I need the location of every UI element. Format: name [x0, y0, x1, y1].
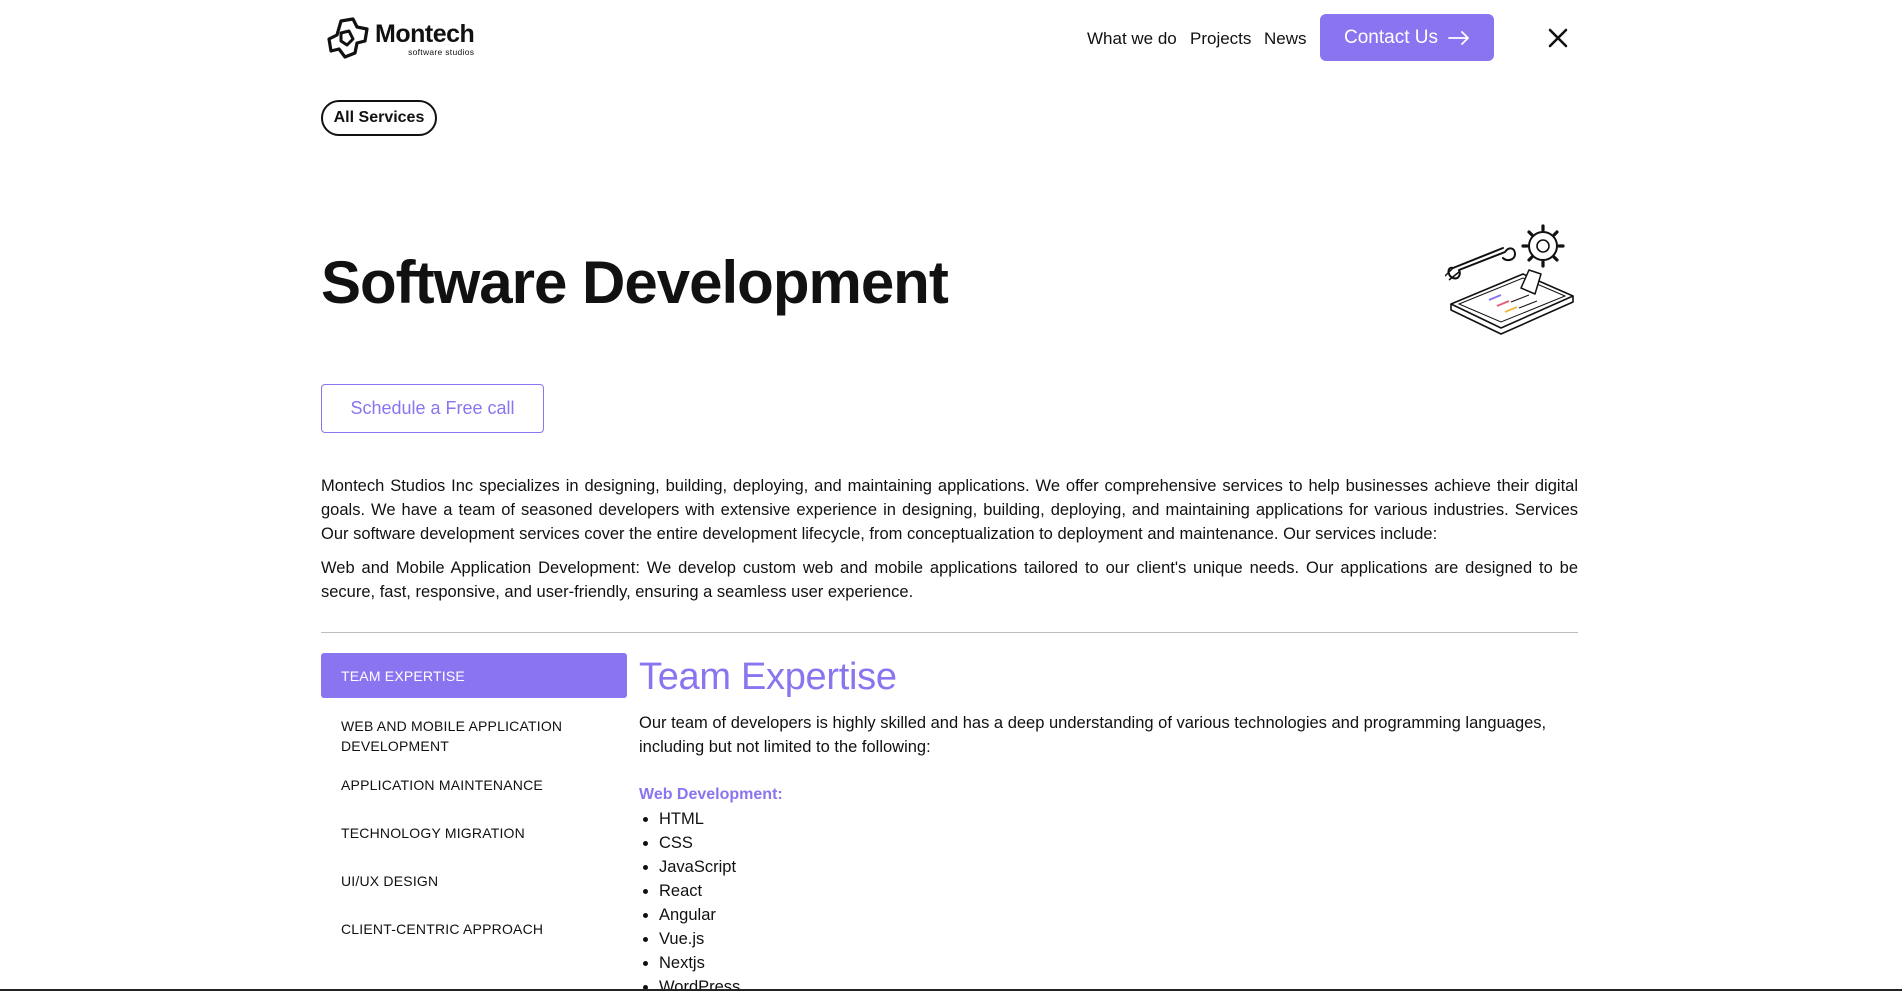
tab-ui-ux-design[interactable]: UI/UX DESIGN — [321, 871, 627, 891]
arrow-right-icon — [1448, 30, 1469, 45]
nav-news[interactable]: News — [1264, 29, 1307, 49]
list-item: JavaScript — [639, 855, 1579, 879]
list-item: Nextjs — [639, 951, 1579, 975]
tools-tablet-illustration — [1445, 224, 1574, 335]
list-item: HTML — [639, 807, 1579, 831]
list-item: Angular — [639, 903, 1579, 927]
top-nav: What we do Projects News — [0, 14, 1902, 62]
tab-client-centric-approach[interactable]: CLIENT-CENTRIC APPROACH — [321, 919, 627, 939]
content-description: Our team of developers is highly skilled… — [639, 714, 1547, 756]
tech-list: HTML CSS JavaScript React Angular Vue.js… — [639, 807, 1579, 991]
intro-paragraph-2: Web and Mobile Application Development: … — [321, 559, 1578, 601]
tab-team-expertise[interactable]: TEAM EXPERTISE — [321, 653, 627, 698]
section-divider — [321, 632, 1578, 633]
tab-technology-migration[interactable]: TECHNOLOGY MIGRATION — [321, 823, 627, 843]
contact-us-button[interactable]: Contact Us — [1320, 14, 1494, 61]
nav-what-we-do[interactable]: What we do — [1087, 29, 1177, 49]
content-sub-heading: Web Development: — [639, 786, 783, 803]
list-item: CSS — [639, 831, 1579, 855]
intro-text: Montech Studios Inc specializes in desig… — [321, 474, 1578, 604]
nav-projects[interactable]: Projects — [1190, 29, 1251, 49]
schedule-free-call-button[interactable]: Schedule a Free call — [321, 384, 544, 433]
contact-us-label: Contact Us — [1344, 26, 1438, 48]
list-item: Vue.js — [639, 927, 1579, 951]
services-tabs: TEAM EXPERTISE WEB AND MOBILE APPLICATIO… — [321, 653, 627, 939]
tab-web-mobile-development[interactable]: WEB AND MOBILE APPLICATION DEVELOPMENT — [321, 716, 627, 756]
list-item: React — [639, 879, 1579, 903]
page-title: Software Development — [321, 249, 949, 316]
tab-application-maintenance[interactable]: APPLICATION MAINTENANCE — [321, 775, 627, 795]
content-title: Team Expertise — [639, 656, 897, 698]
intro-paragraph-1: Montech Studios Inc specializes in desig… — [321, 477, 1578, 543]
tab-content: Team Expertise Our team of developers is… — [639, 655, 1579, 991]
close-icon[interactable] — [1546, 26, 1570, 50]
all-services-button[interactable]: All Services — [321, 100, 437, 136]
page: Montech software studios What we do Proj… — [0, 0, 1902, 991]
